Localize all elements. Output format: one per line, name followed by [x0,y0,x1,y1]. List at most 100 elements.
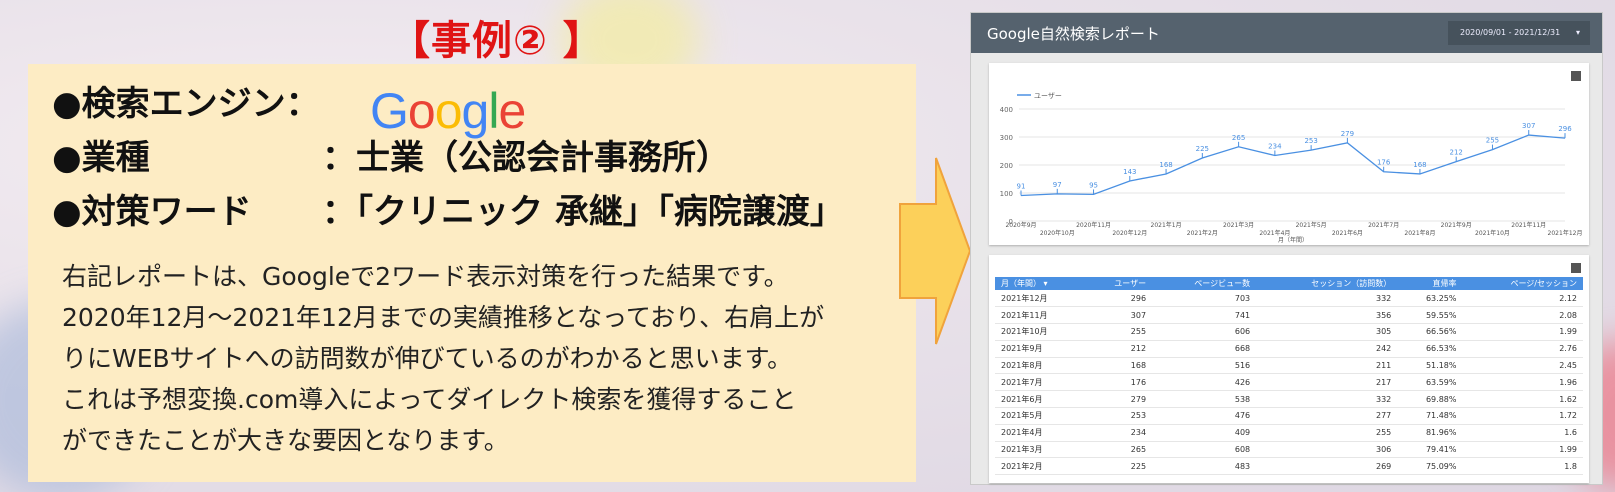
legend-label: ユーザー [1034,92,1062,100]
table-row: 2021年12月 296 703 332 63.25% 2.12 [995,290,1583,308]
description-line: りにWEBサイトへの訪問数が伸びているのがわかると思います。 [62,344,793,373]
table-row: 2021年11月 307 741 356 59.55% 2.08 [995,306,1583,325]
table-cell: 1.6 [1462,424,1583,442]
case-info-panel: ●検索エンジン： Google ●業種 ：士業（公認会計事務所） ●対策ワード … [28,64,916,482]
slide-title: 【事例② 】 [390,18,604,64]
table-cell: 2021年7月 [995,373,1085,392]
table-cell: 1.8 [1462,457,1583,476]
table-cell: 66.53% [1397,340,1463,358]
description-text: 右記レポートは、Googleで2ワード表示対策を行った結果です。 2020年12… [62,256,892,461]
table-row: 2021年10月 255 606 305 66.56% 1.99 [995,323,1583,341]
table-options-icon[interactable] [1571,263,1581,273]
table-cell: 538 [1152,390,1257,409]
table-cell: 2021年11月 [995,306,1085,325]
data-label: 265 [1232,134,1245,142]
column-header-pages-per-session[interactable]: ページ/セッション [1462,277,1583,290]
description-line: ができたことが大きな要因となります。 [62,426,509,455]
table-row: 2021年3月 265 608 306 79.41% 1.99 [995,441,1583,459]
table-cell: 668 [1152,340,1257,358]
table-cell: 516 [1152,357,1257,375]
table-cell: 212 [1084,340,1153,358]
column-header-pageviews[interactable]: ページビュー数 [1152,277,1257,290]
x-tick-label: 2020年11月 [1076,221,1111,229]
x-axis-label: 月（年間） [1278,236,1308,244]
table-cell: 476 [1152,407,1257,425]
data-label: 168 [1413,161,1426,169]
column-header-month[interactable]: 月（年間） ▾ [995,277,1085,290]
table-cell: 2021年3月 [995,441,1085,459]
x-tick-label: 2020年12月 [1112,229,1147,237]
data-label: 95 [1089,181,1098,189]
data-label: 212 [1450,149,1463,157]
bullet-search-engine: ●検索エンジン： Google [52,76,526,139]
x-tick-label: 2021年8月 [1404,229,1435,237]
table-cell: 2021年9月 [995,340,1085,358]
table-cell: 409 [1152,424,1257,442]
table-cell: 2021年10月 [995,323,1085,341]
report-title: Google自然検索レポート [987,25,1160,43]
table-cell: 51.18% [1397,357,1463,375]
table-cell: 1.62 [1462,390,1583,409]
table-cell: 63.25% [1397,290,1463,308]
table-cell: 2.12 [1462,290,1583,308]
column-header-sessions[interactable]: セッション（訪問数） [1256,277,1398,290]
table-row: 2021年7月 176 426 217 63.59% 1.96 [995,373,1583,392]
table-cell: 606 [1152,323,1257,341]
table-cell: 176 [1084,373,1153,392]
table-cell: 79.41% [1397,441,1463,459]
date-range-selector[interactable]: 2020/09/01 - 2021/12/31 ▾ [1448,21,1590,45]
column-header-users[interactable]: ユーザー [1084,277,1153,290]
description-line: 2020年12月～2021年12月までの実績推移となっており、右肩上が [62,303,825,332]
table-cell: 59.55% [1397,306,1463,325]
table-cell: 269 [1256,457,1398,476]
bullet-industry: ●業種 ：士業（公認会計事務所） [52,130,730,179]
x-tick-label: 2020年9月 [1005,221,1036,229]
chart-options-icon[interactable] [1571,71,1581,81]
x-tick-label: 2021年4月 [1259,229,1290,237]
data-label: 225 [1196,145,1209,153]
table-cell: 741 [1152,306,1257,325]
x-tick-label: 2021年10月 [1475,229,1510,237]
x-tick-label: 2021年11月 [1511,221,1546,229]
table-cell: 307 [1084,306,1153,325]
table-cell: 265 [1084,441,1153,459]
chevron-down-icon: ▾ [1575,28,1580,37]
users-line-chart: 0100200300400ユーザー91 97 9514316822526523425… [1000,92,1583,244]
data-label: 97 [1053,181,1062,189]
table-cell: 75.09% [1397,457,1463,476]
table-cell: 2021年12月 [995,290,1085,308]
data-label: 234 [1268,142,1282,150]
table-row: 2021年2月 225 483 269 75.09% 1.8 [995,457,1583,476]
table-cell: 1.99 [1462,441,1583,459]
bullet-label: ●業種 [52,138,150,178]
table-cell: 253 [1084,407,1153,425]
bullet-value: ：士業（公認会計事務所） [322,138,730,178]
table-cell: 66.56% [1397,323,1463,341]
table-cell: 242 [1256,340,1398,358]
table-row: 2021年9月 212 668 242 66.53% 2.76 [995,340,1583,358]
users-chart-card: 0 100 200 300 400 ユーザー 91 97 95 143 168 225 265 234 25… [989,63,1589,245]
table-cell: 168 [1084,357,1153,375]
x-tick-label: 2021年7月 [1368,221,1399,229]
table-cell: 608 [1152,441,1257,459]
column-header-bounce-rate[interactable]: 直帰率 [1397,277,1463,290]
table-cell: 71.48% [1397,407,1463,425]
table-cell: 217 [1256,373,1398,392]
bullet-label: ●検索エンジン： [52,84,320,124]
y-tick-label: 300 [1000,134,1013,142]
bullet-value: ：「クリニック 承継」「病院譲渡」 [322,192,844,232]
data-label: 176 [1377,159,1391,167]
table-cell: 63.59% [1397,373,1463,392]
table-cell: 305 [1256,323,1398,341]
table-header-row: 月（年間） ▾ ユーザー ページビュー数 セッション（訪問数） 直帰率 ページ/… [995,277,1583,290]
y-tick-label: 100 [1000,190,1013,198]
data-label: 255 [1486,137,1499,145]
data-label: 296 [1558,125,1572,133]
table-cell: 255 [1084,323,1153,341]
table-cell: 2.08 [1462,306,1583,325]
table-cell: 2.45 [1462,357,1583,375]
data-label: 307 [1522,122,1535,130]
x-tick-label: 2021年2月 [1187,229,1218,237]
table-cell: 211 [1256,357,1398,375]
analytics-report: Google自然検索レポート 2020/09/01 - 2021/12/31 ▾… [970,12,1603,485]
